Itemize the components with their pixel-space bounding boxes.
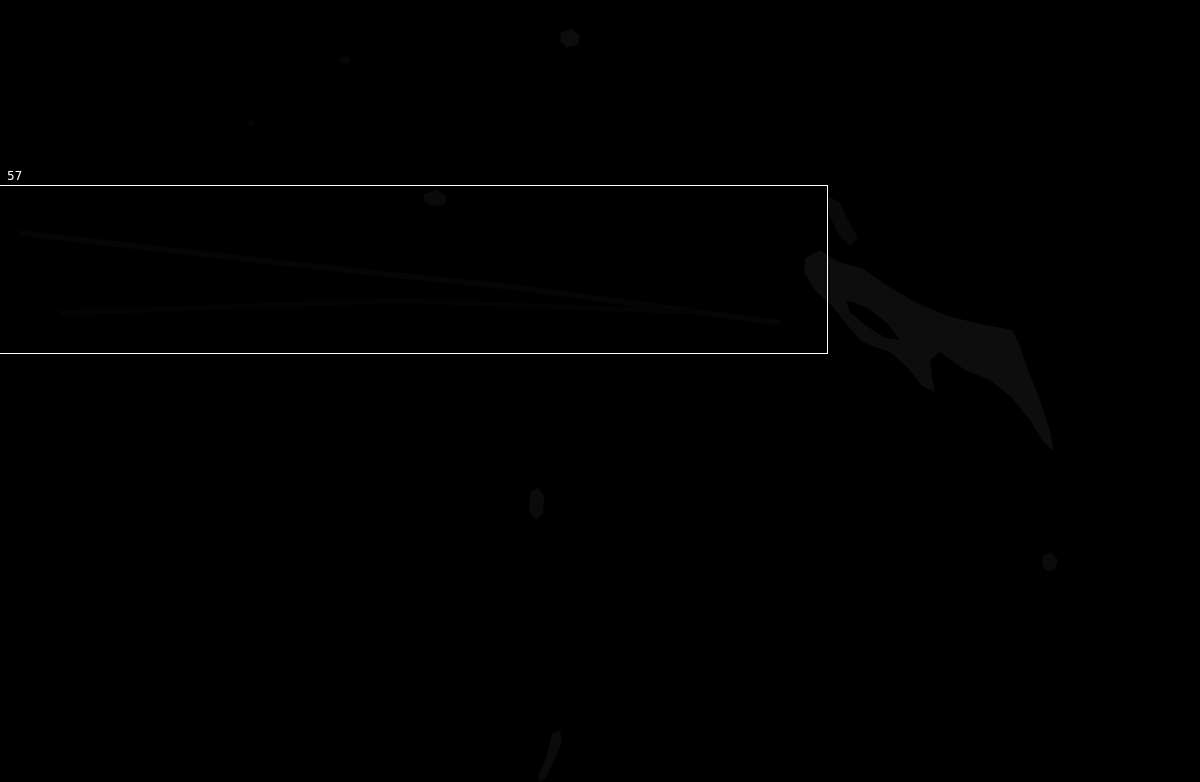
annotation-bounding-box: [0, 185, 828, 354]
dark-scene-image: [0, 0, 1200, 782]
image-viewport: 57: [0, 0, 1200, 782]
annotation-label: 57: [7, 169, 23, 183]
